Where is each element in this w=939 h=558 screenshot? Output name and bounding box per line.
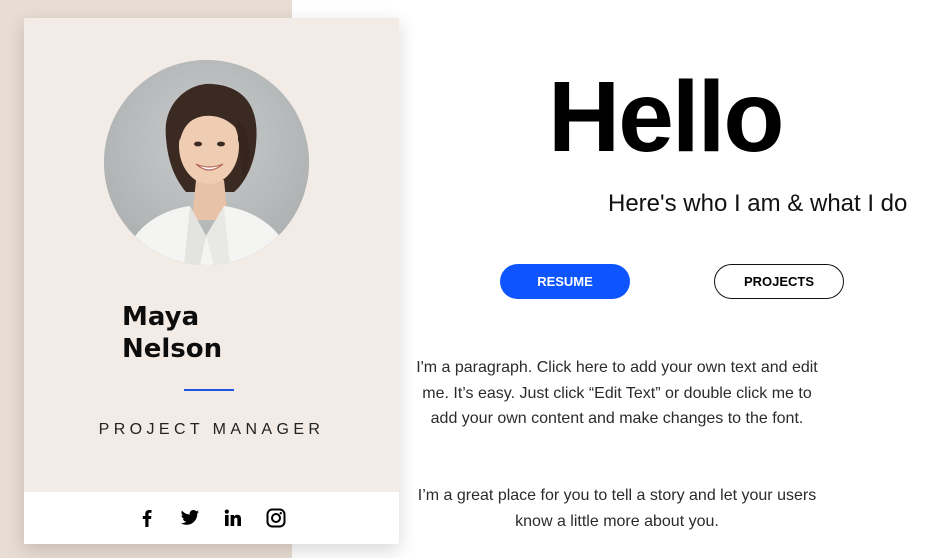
avatar: [104, 60, 309, 265]
name-divider: [184, 389, 234, 391]
facebook-icon[interactable]: [137, 508, 157, 528]
twitter-icon[interactable]: [180, 508, 200, 528]
projects-button[interactable]: PROJECTS: [714, 264, 844, 299]
about-paragraph-1: I'm a paragraph. Click here to add your …: [416, 359, 818, 427]
instagram-icon[interactable]: [266, 508, 286, 528]
linkedin-icon[interactable]: [223, 508, 243, 528]
profile-role: PROJECT MANAGER: [98, 421, 325, 438]
hero-subtitle: Here's who I am & what I do: [608, 190, 908, 217]
social-links-bar: [24, 492, 399, 544]
about-paragraph-2: I’m a great place for you to tell a stor…: [417, 487, 817, 530]
avatar-portrait: [104, 60, 309, 265]
resume-button[interactable]: RESUME: [500, 264, 630, 299]
profile-name: Maya Nelson: [122, 301, 322, 365]
profile-card: Maya Nelson PROJECT MANAGER: [24, 18, 399, 544]
profile-first-name: Maya: [122, 302, 200, 332]
hero-greeting: Hello: [548, 61, 784, 173]
profile-last-name: Nelson: [122, 334, 223, 364]
